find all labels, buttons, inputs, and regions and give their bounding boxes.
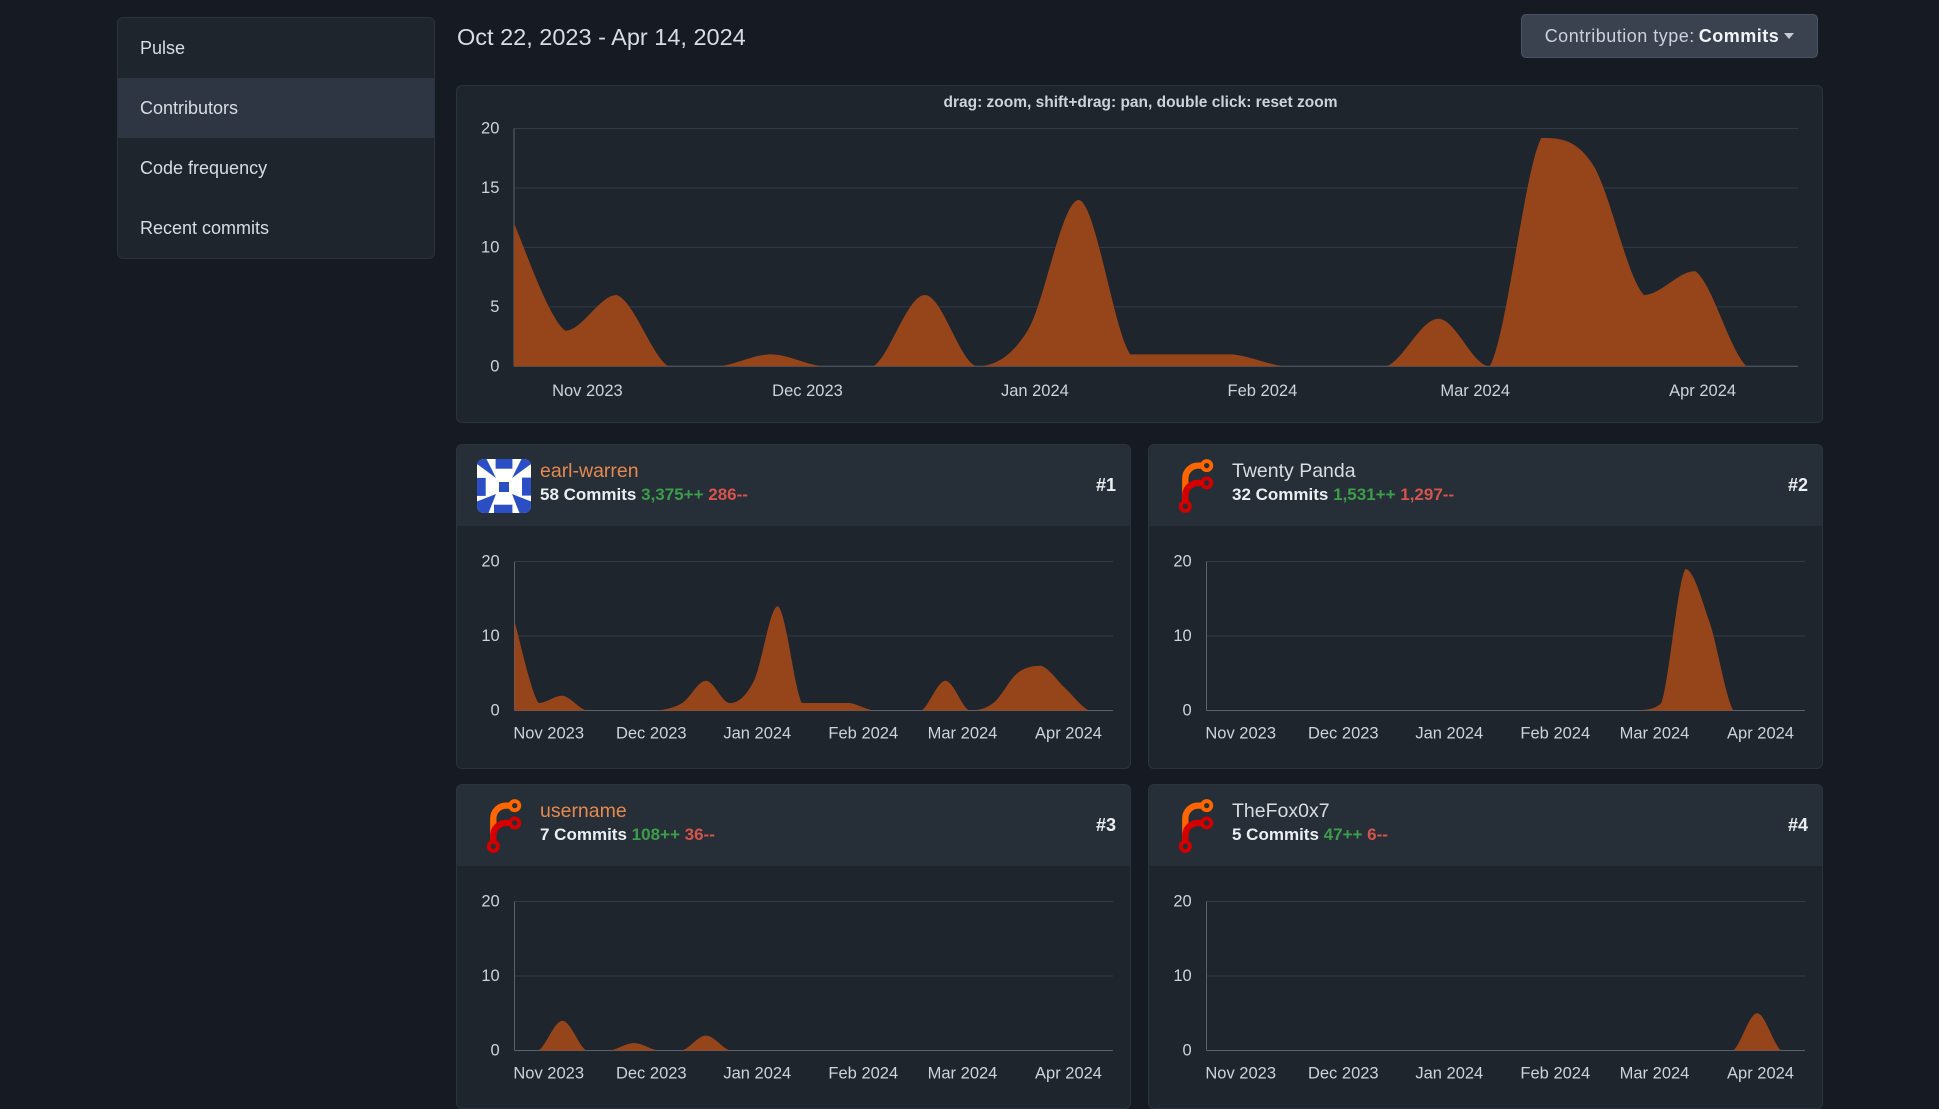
svg-text:0: 0 bbox=[1183, 1042, 1192, 1060]
svg-text:Feb 2024: Feb 2024 bbox=[828, 725, 898, 743]
svg-text:10: 10 bbox=[481, 627, 499, 645]
svg-text:Jan 2024: Jan 2024 bbox=[723, 1065, 791, 1083]
svg-text:Apr 2024: Apr 2024 bbox=[1035, 725, 1102, 743]
svg-text:Nov 2023: Nov 2023 bbox=[1205, 1065, 1276, 1083]
svg-text:Jan 2024: Jan 2024 bbox=[723, 725, 791, 743]
svg-text:Mar 2024: Mar 2024 bbox=[1440, 382, 1510, 400]
svg-text:Mar 2024: Mar 2024 bbox=[928, 1065, 998, 1083]
svg-text:Jan 2024: Jan 2024 bbox=[1415, 725, 1483, 743]
svg-text:Dec 2023: Dec 2023 bbox=[616, 1065, 687, 1083]
svg-text:20: 20 bbox=[1173, 553, 1191, 571]
svg-text:0: 0 bbox=[1183, 702, 1192, 720]
svg-text:10: 10 bbox=[481, 967, 499, 985]
svg-text:20: 20 bbox=[481, 893, 499, 911]
svg-text:10: 10 bbox=[1173, 627, 1191, 645]
svg-text:Feb 2024: Feb 2024 bbox=[1520, 1065, 1590, 1083]
svg-text:0: 0 bbox=[490, 357, 499, 375]
svg-text:Mar 2024: Mar 2024 bbox=[1620, 1065, 1690, 1083]
svg-text:0: 0 bbox=[491, 702, 500, 720]
svg-text:Dec 2023: Dec 2023 bbox=[1308, 1065, 1379, 1083]
svg-text:20: 20 bbox=[1173, 893, 1191, 911]
svg-text:Mar 2024: Mar 2024 bbox=[928, 725, 998, 743]
svg-text:Apr 2024: Apr 2024 bbox=[1727, 725, 1794, 743]
svg-text:Nov 2023: Nov 2023 bbox=[1205, 725, 1276, 743]
svg-text:Dec 2023: Dec 2023 bbox=[772, 382, 843, 400]
svg-text:10: 10 bbox=[1173, 967, 1191, 985]
svg-text:Mar 2024: Mar 2024 bbox=[1620, 725, 1690, 743]
svg-text:drag: zoom, shift+drag: pan, d: drag: zoom, shift+drag: pan, double clic… bbox=[943, 94, 1337, 111]
svg-text:Feb 2024: Feb 2024 bbox=[828, 1065, 898, 1083]
svg-text:Apr 2024: Apr 2024 bbox=[1669, 382, 1736, 400]
svg-text:0: 0 bbox=[491, 1042, 500, 1060]
svg-text:Nov 2023: Nov 2023 bbox=[513, 1065, 584, 1083]
svg-text:Apr 2024: Apr 2024 bbox=[1035, 1065, 1102, 1083]
svg-text:Jan 2024: Jan 2024 bbox=[1415, 1065, 1483, 1083]
svg-text:15: 15 bbox=[481, 179, 499, 197]
svg-text:Feb 2024: Feb 2024 bbox=[1228, 382, 1298, 400]
svg-text:Dec 2023: Dec 2023 bbox=[616, 725, 687, 743]
svg-text:Nov 2023: Nov 2023 bbox=[552, 382, 623, 400]
svg-text:Dec 2023: Dec 2023 bbox=[1308, 725, 1379, 743]
svg-text:20: 20 bbox=[481, 553, 499, 571]
svg-text:Apr 2024: Apr 2024 bbox=[1727, 1065, 1794, 1083]
svg-text:Nov 2023: Nov 2023 bbox=[513, 725, 584, 743]
svg-text:5: 5 bbox=[490, 298, 499, 316]
svg-text:Jan 2024: Jan 2024 bbox=[1001, 382, 1069, 400]
svg-text:10: 10 bbox=[481, 238, 499, 256]
svg-text:Feb 2024: Feb 2024 bbox=[1520, 725, 1590, 743]
svg-text:20: 20 bbox=[481, 120, 499, 138]
